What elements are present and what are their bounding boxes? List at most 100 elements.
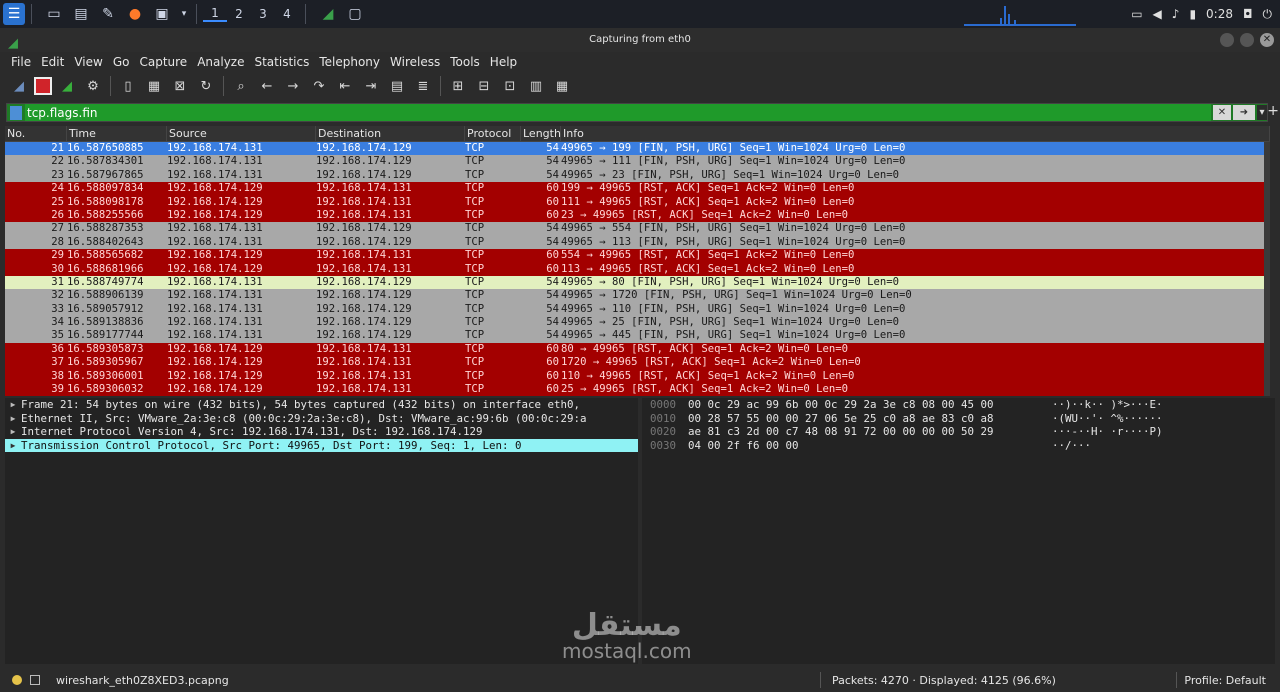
packet-row[interactable]: 37 16.589305967 192.168.174.129 192.168.174…: [5, 356, 1270, 370]
column-protocol[interactable]: Protocol: [465, 126, 521, 141]
normal-size-icon[interactable]: ⊡: [499, 75, 521, 97]
packet-list-scrollbar[interactable]: [1264, 142, 1270, 396]
detail-tcp[interactable]: ▶ Transmission Control Protocol, Src Port…: [5, 438, 638, 453]
expand-arrow-icon[interactable]: ▶: [5, 425, 21, 439]
bytes-row[interactable]: 0000 00 0c 29 ac 99 6b 00 0c 29 2a 3e c8 …: [642, 398, 1275, 412]
menu-capture[interactable]: Capture: [134, 55, 192, 69]
packet-row[interactable]: 23 16.587967865 192.168.174.131 192.168.174…: [5, 168, 1270, 183]
battery-icon[interactable]: ▮: [1189, 7, 1196, 21]
menu-help[interactable]: Help: [485, 55, 522, 69]
column-destination[interactable]: Destination: [316, 126, 465, 141]
packet-row[interactable]: 24 16.588097834 192.168.174.129 192.168.174…: [5, 182, 1270, 196]
packet-row[interactable]: 33 16.589057912 192.168.174.131 192.168.174…: [5, 302, 1270, 317]
add-filter-button-icon[interactable]: +: [1267, 103, 1279, 119]
go-forward-icon[interactable]: →: [282, 75, 304, 97]
display-icon[interactable]: ▭: [1131, 7, 1142, 21]
maximize-button[interactable]: [1240, 33, 1254, 47]
workspace-4[interactable]: 4: [275, 7, 299, 21]
apply-filter-icon[interactable]: ➜: [1233, 105, 1255, 120]
column-source[interactable]: Source: [167, 126, 316, 141]
resize-columns-icon[interactable]: ▥: [525, 75, 547, 97]
firefox-icon[interactable]: ●: [124, 3, 146, 25]
column-info[interactable]: Info: [561, 126, 1270, 141]
colorize-icon[interactable]: ≣: [412, 75, 434, 97]
expand-arrow-icon[interactable]: ▶: [5, 412, 21, 426]
packet-row[interactable]: 35 16.589177744 192.168.174.131 192.168.174…: [5, 329, 1270, 343]
detail-ethernet[interactable]: ▶ Ethernet II, Src: VMware_2a:3e:c8 (00:0…: [5, 412, 638, 426]
kali-menu-icon[interactable]: ☰: [3, 3, 25, 25]
power-icon[interactable]: ⏻: [1263, 7, 1273, 22]
close-button[interactable]: ✕: [1260, 33, 1274, 47]
menu-telephony[interactable]: Telephony: [314, 55, 385, 69]
packet-row[interactable]: 34 16.589138836 192.168.174.131 192.168.174…: [5, 316, 1270, 330]
window-task-icon[interactable]: ▢: [344, 3, 366, 25]
menu-file[interactable]: File: [6, 55, 36, 69]
workspace-1[interactable]: 1: [203, 6, 227, 22]
zoom-in-icon[interactable]: ⊞: [447, 75, 469, 97]
minimize-button[interactable]: [1220, 33, 1234, 47]
start-capture-icon[interactable]: ◢: [8, 75, 30, 97]
file-manager-icon[interactable]: ▤: [70, 3, 92, 25]
column-no[interactable]: No.: [5, 126, 67, 141]
wireshark-task-icon[interactable]: ◢: [317, 3, 339, 25]
menu-tools[interactable]: Tools: [445, 55, 485, 69]
packet-row[interactable]: 21 16.587650885 192.168.174.131 192.168.174…: [5, 142, 1270, 156]
text-editor-icon[interactable]: ✎: [97, 3, 119, 25]
packet-row[interactable]: 38 16.589306001 192.168.174.129 192.168.174…: [5, 369, 1270, 384]
lock-icon[interactable]: ◘: [1243, 7, 1253, 21]
open-file-icon[interactable]: ▯: [117, 75, 139, 97]
first-packet-icon[interactable]: ⇤: [334, 75, 356, 97]
profile-selector[interactable]: Profile: Default: [1184, 674, 1266, 687]
menu-edit[interactable]: Edit: [36, 55, 69, 69]
capture-options-icon[interactable]: ⚙: [82, 75, 104, 97]
go-to-packet-icon[interactable]: ↷: [308, 75, 330, 97]
restart-capture-icon[interactable]: ◢: [56, 75, 78, 97]
packet-row[interactable]: 28 16.588402643 192.168.174.131 192.168.174…: [5, 235, 1270, 250]
chevron-down-icon[interactable]: ▾: [178, 3, 190, 25]
packet-row[interactable]: 25 16.588098178 192.168.174.129 192.168.174…: [5, 195, 1270, 209]
clear-filter-icon[interactable]: ✕: [1213, 105, 1231, 120]
notification-bell-icon[interactable]: ♪: [1172, 7, 1180, 21]
packet-row[interactable]: 31 16.588749774 192.168.174.131 192.168.174…: [5, 275, 1270, 290]
packet-row[interactable]: 27 16.588287353 192.168.174.131 192.168.174…: [5, 222, 1270, 236]
expert-info-icon[interactable]: [12, 675, 22, 685]
display-filter-input[interactable]: [25, 104, 1211, 121]
column-length[interactable]: Length: [521, 126, 561, 141]
go-back-icon[interactable]: ←: [256, 75, 278, 97]
menu-analyze[interactable]: Analyze: [192, 55, 249, 69]
capture-comment-icon[interactable]: [30, 675, 40, 685]
menu-statistics[interactable]: Statistics: [249, 55, 314, 69]
reload-file-icon[interactable]: ↻: [195, 75, 217, 97]
bookmark-icon[interactable]: [10, 105, 22, 120]
filter-history-chevron-down-icon[interactable]: ▾: [1257, 105, 1267, 120]
detail-ipv4[interactable]: ▶ Internet Protocol Version 4, Src: 192.1…: [5, 425, 638, 439]
bytes-row[interactable]: 0010 00 28 57 55 00 00 27 06 5e 25 c0 a8 …: [642, 412, 1275, 426]
column-time[interactable]: Time: [67, 126, 167, 141]
close-file-icon[interactable]: ⊠: [169, 75, 191, 97]
packet-row[interactable]: 30 16.588681966 192.168.174.129 192.168.174…: [5, 262, 1270, 276]
menu-view[interactable]: View: [69, 55, 107, 69]
expand-arrow-icon[interactable]: ▶: [5, 398, 21, 412]
packet-row[interactable]: 29 16.588565682 192.168.174.129 192.168.174…: [5, 249, 1270, 263]
packet-row[interactable]: 26 16.588255566 192.168.174.129 192.168.174…: [5, 208, 1270, 223]
autoscroll-icon[interactable]: ▤: [386, 75, 408, 97]
desktop-icon[interactable]: ▭: [43, 3, 65, 25]
bytes-row[interactable]: 0030 04 00 2f f6 00 00 ··/···: [642, 439, 1275, 453]
expand-arrow-icon[interactable]: ▶: [5, 439, 21, 453]
zoom-out-icon[interactable]: ⊟: [473, 75, 495, 97]
packet-row[interactable]: 32 16.588906139 192.168.174.131 192.168.174…: [5, 289, 1270, 303]
packet-row[interactable]: 39 16.589306032 192.168.174.129 192.168.174…: [5, 383, 1270, 396]
volume-icon[interactable]: ◀: [1153, 7, 1162, 21]
expand-subtrees-icon[interactable]: ▦: [551, 75, 573, 97]
detail-frame[interactable]: ▶ Frame 21: 54 bytes on wire (432 bits), …: [5, 398, 638, 412]
terminal-icon[interactable]: ▣: [151, 3, 173, 25]
save-file-icon[interactable]: ▦: [143, 75, 165, 97]
packet-row[interactable]: 36 16.589305873 192.168.174.129 192.168.174…: [5, 342, 1270, 357]
find-packet-icon[interactable]: ⌕: [230, 75, 252, 97]
workspace-2[interactable]: 2: [227, 7, 251, 21]
workspace-3[interactable]: 3: [251, 7, 275, 21]
menu-wireless[interactable]: Wireless: [385, 55, 445, 69]
bytes-row[interactable]: 0020 ae 81 c3 2d 00 c7 48 08 91 72 00 00 …: [642, 425, 1275, 439]
menu-go[interactable]: Go: [108, 55, 135, 69]
last-packet-icon[interactable]: ⇥: [360, 75, 382, 97]
